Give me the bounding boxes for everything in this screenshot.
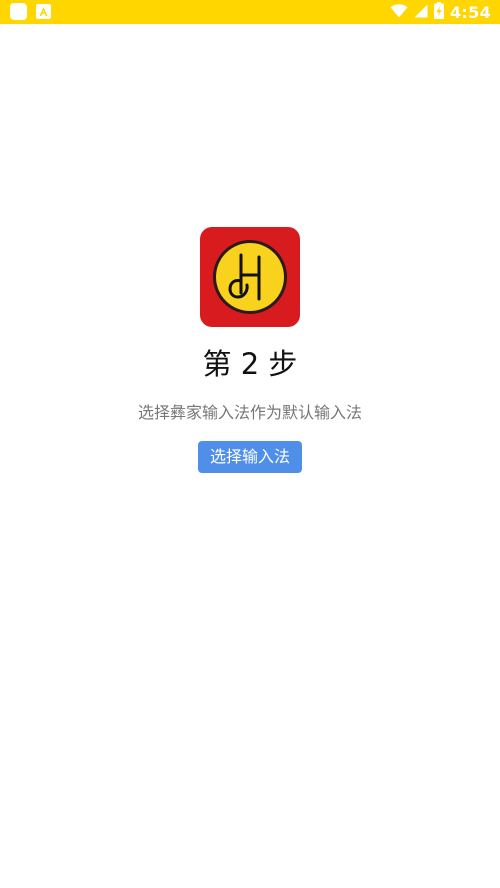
wifi-icon <box>390 3 408 22</box>
status-time: 4:54 <box>450 2 491 22</box>
status-bar: 4:54 <box>0 0 500 24</box>
select-input-method-button[interactable]: 选择输入法 <box>198 441 302 473</box>
step-title: 第 2 步 <box>202 347 298 381</box>
battery-charging-icon <box>434 1 444 23</box>
app-logo-icon <box>200 227 300 327</box>
status-bar-notifications <box>10 3 51 20</box>
app-notification-icon <box>10 3 27 20</box>
cell-signal-icon <box>414 3 428 22</box>
instruction-text: 选择彝家输入法作为默认输入法 <box>137 403 362 422</box>
setup-screen: 4:54 第 2 步 选择彝家输入法作为默认输入法 选择输入法 <box>0 0 500 888</box>
status-bar-system: 4:54 <box>390 0 491 24</box>
a-notification-icon <box>36 4 51 19</box>
